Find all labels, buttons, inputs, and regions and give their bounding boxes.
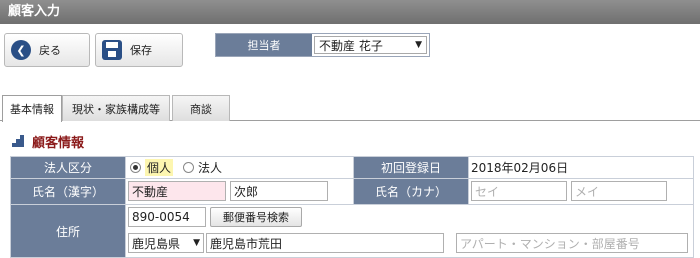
section-title: 顧客情報 bbox=[32, 135, 85, 151]
first-reg-label: 初回登録日 bbox=[354, 157, 468, 178]
address-label: 住所 bbox=[11, 205, 125, 257]
tab-current-family[interactable]: 現状・家族構成等 bbox=[62, 95, 170, 121]
assignee-select[interactable]: 不動産 花子 ▼ bbox=[314, 36, 427, 54]
address-cell: 890-0054 郵便番号検索 鹿児島県 ▼ 鹿児島市荒田 アパート・マンション… bbox=[126, 205, 693, 257]
dropdown-arrow-icon: ▼ bbox=[415, 40, 422, 50]
name-kana-cell: セイ メイ bbox=[469, 179, 693, 204]
prefecture-value: 鹿児島県 bbox=[132, 236, 181, 251]
building-input[interactable]: アパート・マンション・部屋番号 bbox=[456, 233, 688, 253]
name-kana-label: 氏名（カナ） bbox=[354, 179, 468, 204]
back-arrow-icon: ❮ bbox=[11, 40, 31, 60]
window-title: 顧客入力 bbox=[0, 0, 700, 24]
corp-type-field: 個人 法人 bbox=[126, 157, 353, 178]
dropdown-arrow-icon: ▼ bbox=[193, 238, 200, 248]
prefecture-select[interactable]: 鹿児島県 ▼ bbox=[128, 233, 204, 253]
corp-type-label: 法人区分 bbox=[11, 157, 125, 178]
grid-icon bbox=[12, 135, 24, 147]
save-button-label: 保存 bbox=[130, 44, 152, 57]
first-reg-value: 2018年02月06日 bbox=[469, 157, 693, 178]
last-name-kana-input[interactable]: セイ bbox=[471, 181, 567, 201]
postal-code-input[interactable]: 890-0054 bbox=[128, 207, 206, 227]
radio-corporation-label: 法人 bbox=[198, 161, 223, 175]
back-button[interactable]: ❮ 戻る bbox=[4, 33, 90, 67]
tab-bar: 基本情報 現状・家族構成等 商談 bbox=[0, 95, 700, 122]
radio-corporation[interactable] bbox=[183, 162, 195, 173]
tab-negotiation[interactable]: 商談 bbox=[172, 95, 230, 121]
save-button[interactable]: 保存 bbox=[95, 33, 183, 67]
city-input[interactable]: 鹿児島市荒田 bbox=[206, 233, 444, 253]
section-header: 顧客情報 bbox=[12, 133, 85, 151]
radio-individual-label: 個人 bbox=[145, 159, 174, 176]
back-button-label: 戻る bbox=[39, 44, 61, 57]
first-name-kanji-input[interactable]: 次郎 bbox=[230, 181, 328, 201]
assignee-label: 担当者 bbox=[216, 34, 312, 56]
name-kanji-label: 氏名（漢字） bbox=[11, 179, 125, 204]
radio-individual[interactable] bbox=[130, 162, 141, 173]
postal-search-button[interactable]: 郵便番号検索 bbox=[210, 207, 302, 227]
assignee-value: 不動産 花子 bbox=[319, 38, 383, 53]
save-icon bbox=[102, 40, 122, 60]
last-name-kanji-input[interactable]: 不動産 bbox=[128, 181, 226, 201]
assignee-field: 担当者 不動産 花子 ▼ bbox=[215, 33, 430, 57]
name-kanji-cell: 不動産 次郎 bbox=[126, 179, 353, 204]
tab-basic-info[interactable]: 基本情報 bbox=[2, 95, 62, 122]
first-name-kana-input[interactable]: メイ bbox=[571, 181, 667, 201]
customer-form: 法人区分 個人 法人 初回登録日 2018年02月06日 氏名（漢字） 不動産 … bbox=[10, 156, 694, 258]
